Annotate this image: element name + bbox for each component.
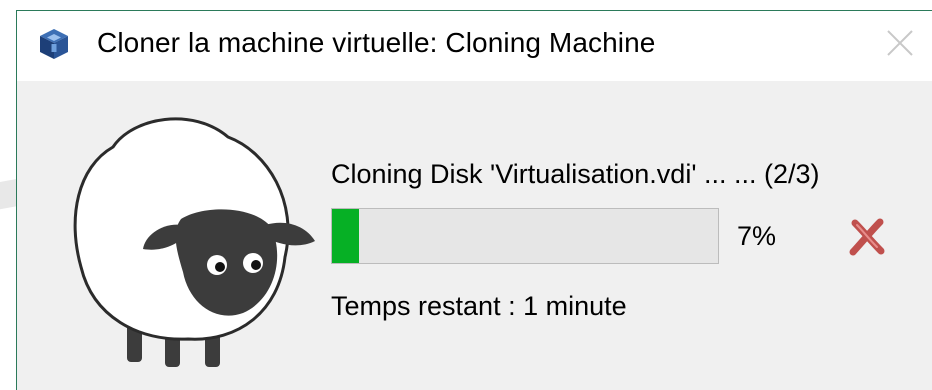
cancel-x-icon bbox=[849, 218, 885, 256]
title-bar[interactable]: Cloner la machine virtuelle: Cloning Mac… bbox=[17, 11, 932, 81]
close-icon bbox=[887, 30, 913, 56]
window-title: Cloner la machine virtuelle: Cloning Mac… bbox=[97, 27, 656, 58]
sheep-illustration bbox=[53, 107, 353, 377]
progress-bar-fill bbox=[332, 209, 360, 263]
close-button[interactable] bbox=[878, 21, 922, 65]
clone-progress-dialog: Cloner la machine virtuelle: Cloning Mac… bbox=[16, 10, 932, 390]
time-remaining-label: Temps restant : 1 minute bbox=[331, 291, 627, 321]
virtualbox-icon bbox=[37, 27, 71, 61]
clone-progress-bar bbox=[331, 208, 719, 264]
progress-percent: 7% bbox=[737, 221, 777, 251]
screenshot-stage: Cloner la machine virtuelle: Cloning Mac… bbox=[0, 0, 932, 390]
dialog-body: Cloning Disk 'Virtualisation.vdi' ... ..… bbox=[17, 81, 932, 390]
cancel-button[interactable] bbox=[847, 217, 887, 257]
clone-status-label: Cloning Disk 'Virtualisation.vdi' ... ..… bbox=[331, 159, 820, 189]
